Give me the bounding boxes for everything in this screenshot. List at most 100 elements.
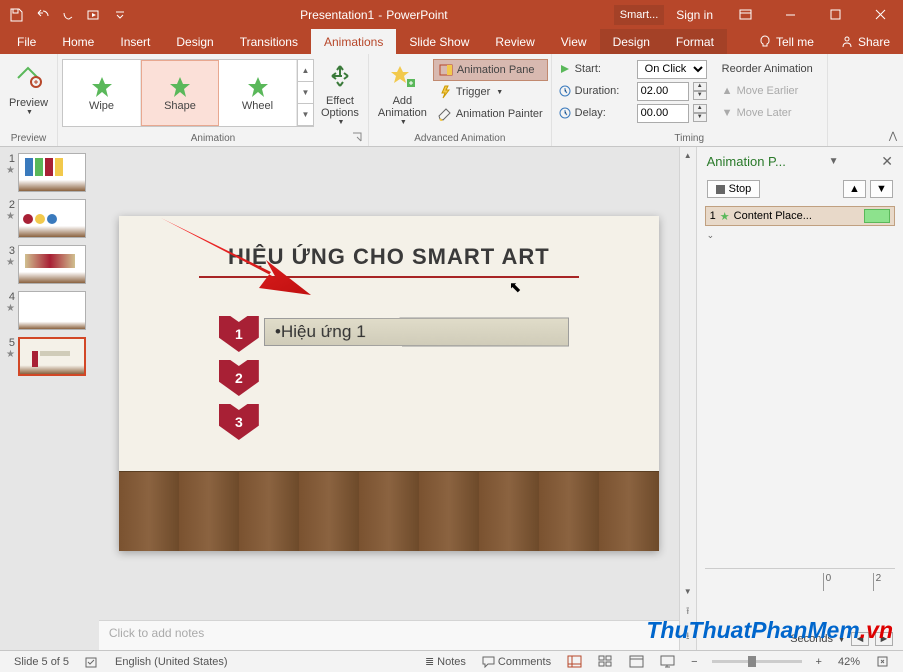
undo-icon[interactable] xyxy=(30,3,54,27)
timeline-bar[interactable] xyxy=(864,209,890,223)
chevron-1[interactable]: 1 xyxy=(219,316,259,352)
save-icon[interactable] xyxy=(4,3,28,27)
group-timing: Timing xyxy=(555,131,824,146)
prev-slide-icon[interactable]: ⭱ xyxy=(686,604,690,621)
start-select[interactable]: On Click xyxy=(637,60,707,79)
spell-check-icon[interactable] xyxy=(77,651,107,672)
move-later-button[interactable]: ▼ Move Later xyxy=(717,102,818,124)
slide-title[interactable]: HIỆU ỨNG CHO SMART ART xyxy=(119,216,659,270)
trigger-button[interactable]: Trigger▼ xyxy=(433,81,548,103)
duration-down-icon[interactable]: ▼ xyxy=(693,91,707,100)
delay-input[interactable] xyxy=(637,104,689,123)
scroll-up-icon[interactable]: ▲ xyxy=(680,147,696,164)
slide-canvas[interactable]: HIỆU ỨNG CHO SMART ART 1 2 3 •Hiệu ứng 1… xyxy=(119,216,659,551)
tab-smartart-format[interactable]: Format xyxy=(663,29,727,54)
move-earlier-button[interactable]: ▲ Move Earlier xyxy=(717,80,818,102)
thumb-5[interactable]: 5★ xyxy=(4,337,95,376)
slide-indicator[interactable]: Slide 5 of 5 xyxy=(6,651,77,672)
timeline-zoom-in-icon[interactable]: ► xyxy=(875,632,893,646)
animation-gallery[interactable]: Wipe Shape Wheel ▲▼▼ xyxy=(62,59,314,127)
animation-list-item[interactable]: 1★Content Place... xyxy=(705,206,895,226)
language-indicator[interactable]: English (United States) xyxy=(107,651,236,672)
tab-animations[interactable]: Animations xyxy=(311,29,396,54)
pane-move-up-icon[interactable]: ▲ xyxy=(843,180,866,198)
preview-button[interactable]: Preview▼ xyxy=(3,56,54,130)
zoom-slider-thumb[interactable] xyxy=(748,656,756,667)
zoom-slider[interactable] xyxy=(712,660,802,663)
thumb-3[interactable]: 3★ xyxy=(4,245,95,284)
chevron-2[interactable]: 2 xyxy=(219,360,259,396)
pane-stop-button[interactable]: Stop xyxy=(707,180,761,198)
animation-shape[interactable]: Shape xyxy=(141,60,219,126)
chevron-3[interactable]: 3 xyxy=(219,404,259,440)
title-underline xyxy=(199,276,579,278)
close-icon[interactable] xyxy=(858,0,903,29)
ribbon-display-options-icon[interactable] xyxy=(723,0,768,29)
add-animation-button[interactable]: Add Animation▼ xyxy=(372,56,433,130)
group-advanced-animation: Advanced Animation xyxy=(372,131,548,146)
expand-contents-icon[interactable]: ⌄ xyxy=(705,228,895,243)
tab-home[interactable]: Home xyxy=(49,29,107,54)
slideshow-view-icon[interactable] xyxy=(652,651,683,672)
duration-up-icon[interactable]: ▲ xyxy=(693,82,707,91)
status-bar: Slide 5 of 5 English (United States) ≣ N… xyxy=(0,650,903,672)
tab-view[interactable]: View xyxy=(548,29,600,54)
notes-pane[interactable]: Click to add notes xyxy=(99,620,679,650)
minimize-icon[interactable] xyxy=(768,0,813,29)
fit-to-window-icon[interactable] xyxy=(868,651,897,672)
tab-insert[interactable]: Insert xyxy=(107,29,163,54)
animation-dialog-launcher-icon[interactable] xyxy=(351,132,363,144)
smartart-text-1[interactable]: •Hiệu ứng 1 xyxy=(264,317,569,346)
animation-pane-button[interactable]: Animation Pane xyxy=(433,59,548,81)
sign-in-button[interactable]: Sign in xyxy=(666,0,723,29)
animation-painter-button[interactable]: Animation Painter xyxy=(433,103,548,125)
pane-move-down-icon[interactable]: ▼ xyxy=(870,180,893,198)
qat-customize-icon[interactable] xyxy=(108,3,132,27)
timeline-zoom-out-icon[interactable]: ◄ xyxy=(851,632,869,646)
pane-close-icon[interactable]: ✕ xyxy=(881,153,893,170)
seconds-dropdown[interactable]: Seconds ▼ xyxy=(790,633,845,645)
delay-up-icon[interactable]: ▲ xyxy=(693,104,707,113)
animation-wheel[interactable]: Wheel xyxy=(219,60,297,126)
normal-view-icon[interactable] xyxy=(559,651,590,672)
vertical-scrollbar[interactable]: ▲ ▼ ⭱ ⭳ xyxy=(679,147,696,650)
reading-view-icon[interactable] xyxy=(621,651,652,672)
thumb-4[interactable]: 4★ xyxy=(4,291,95,330)
gallery-more-icon[interactable]: ▼ xyxy=(298,104,313,126)
ribbon: Preview▼ Preview Wipe Shape Wheel ▲▼▼ Ef… xyxy=(0,54,903,147)
scroll-track[interactable] xyxy=(680,164,696,583)
thumb-1[interactable]: 1★ xyxy=(4,153,95,192)
gallery-down-icon[interactable]: ▼ xyxy=(298,82,313,104)
tab-review[interactable]: Review xyxy=(482,29,547,54)
start-from-beginning-icon[interactable] xyxy=(82,3,106,27)
slide-editor[interactable]: HIỆU ỨNG CHO SMART ART 1 2 3 •Hiệu ứng 1… xyxy=(99,147,679,620)
tab-design[interactable]: Design xyxy=(163,29,226,54)
effect-options-button[interactable]: Effect Options▼ xyxy=(315,56,365,130)
group-preview: Preview xyxy=(3,131,54,146)
tab-file[interactable]: File xyxy=(4,29,49,54)
smartart-graphic[interactable]: 1 2 3 xyxy=(219,316,259,448)
next-slide-icon[interactable]: ⭳ xyxy=(686,629,690,646)
delay-down-icon[interactable]: ▼ xyxy=(693,113,707,122)
maximize-icon[interactable] xyxy=(813,0,858,29)
collapse-ribbon-icon[interactable]: ⋀ xyxy=(889,131,897,142)
scroll-down-icon[interactable]: ▼ xyxy=(680,583,696,600)
pane-options-icon[interactable]: ▼ xyxy=(829,156,839,167)
comments-toggle[interactable]: Comments xyxy=(474,651,559,672)
slide-sorter-view-icon[interactable] xyxy=(590,651,621,672)
animation-wipe[interactable]: Wipe xyxy=(63,60,141,126)
tab-transitions[interactable]: Transitions xyxy=(227,29,311,54)
tab-slideshow[interactable]: Slide Show xyxy=(396,29,482,54)
thumb-2[interactable]: 2★ xyxy=(4,199,95,238)
duration-input[interactable] xyxy=(637,82,689,101)
share-button[interactable]: Share xyxy=(827,29,903,54)
notes-toggle[interactable]: ≣ Notes xyxy=(417,651,474,672)
gallery-up-icon[interactable]: ▲ xyxy=(298,60,313,82)
zoom-level[interactable]: 42% xyxy=(830,651,868,672)
tell-me-search[interactable]: Tell me xyxy=(745,29,827,54)
tab-smartart-design[interactable]: Design xyxy=(600,29,663,54)
zoom-in-icon[interactable]: + xyxy=(808,651,830,672)
entrance-effect-icon: ★ xyxy=(720,210,730,223)
redo-icon[interactable] xyxy=(56,3,80,27)
zoom-out-icon[interactable]: − xyxy=(683,651,705,672)
